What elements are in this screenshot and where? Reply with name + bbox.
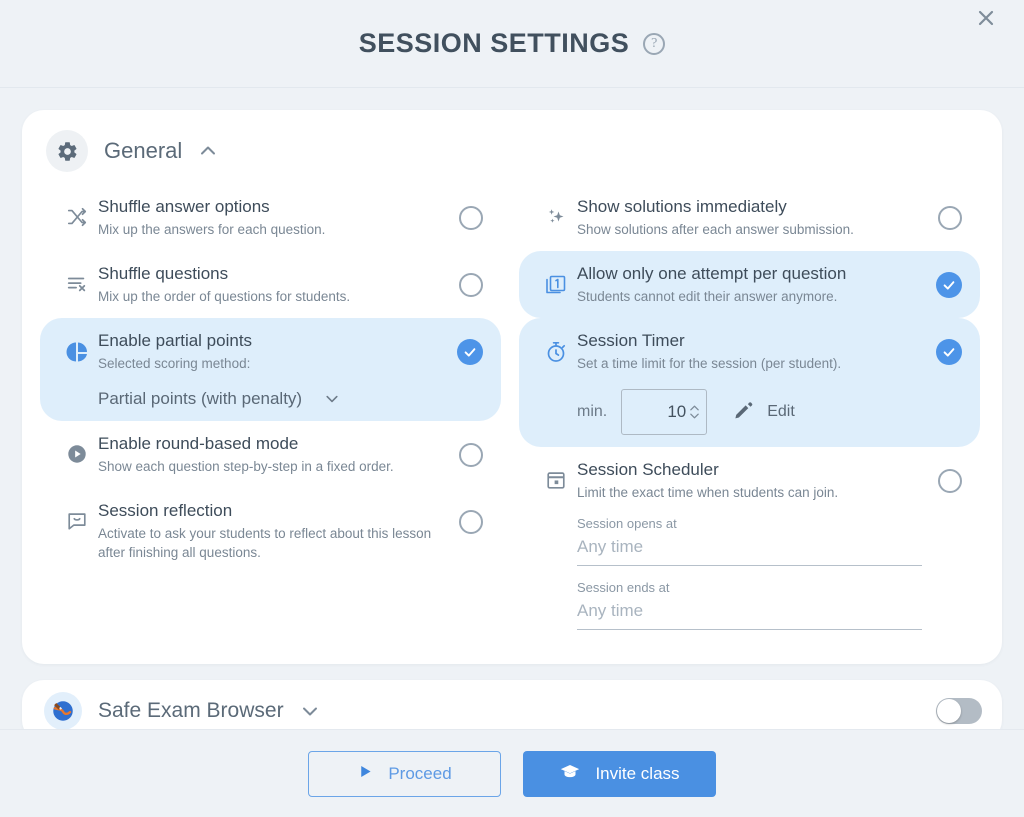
setting-title: Enable round-based mode (98, 434, 299, 453)
setting-title: Shuffle answer options (98, 197, 270, 216)
safe-exam-browser-toggle[interactable] (936, 698, 982, 724)
setting-title: Allow only one attempt per question (577, 264, 847, 283)
scoring-method-select[interactable]: Partial points (with penalty) (98, 389, 447, 409)
toggle-knob (937, 699, 961, 723)
session-ends-input[interactable]: Any time (577, 597, 922, 630)
safe-exam-browser-section[interactable]: Safe Exam Browser (22, 680, 1002, 729)
settings-column-left: Shuffle answer options Mix up the answer… (40, 184, 501, 642)
shuffle-list-icon (56, 263, 98, 295)
setting-toggle-check[interactable] (936, 272, 962, 298)
proceed-button-label: Proceed (388, 763, 452, 783)
settings-column-right: Show solutions immediately Show solution… (519, 184, 980, 642)
chevron-down-icon (324, 391, 340, 407)
setting-title: Show solutions immediately (577, 197, 787, 216)
session-timer-editor: min. 10 Edit (577, 389, 926, 435)
setting-shuffle-answer-options[interactable]: Shuffle answer options Mix up the answer… (40, 184, 501, 251)
setting-description: Set a time limit for the session (per st… (577, 356, 842, 371)
setting-text: Enable partial points Selected scoring m… (98, 330, 457, 409)
setting-title: Session Scheduler (577, 460, 719, 479)
setting-text: Session Scheduler Limit the exact time w… (577, 459, 938, 630)
invite-class-button[interactable]: Invite class (523, 750, 716, 797)
timer-unit-label: min. (577, 403, 608, 420)
setting-description: Show each question step-by-step in a fix… (98, 459, 394, 474)
setting-title: Session Timer (577, 331, 685, 350)
page-title: Session Settings (358, 28, 630, 58)
setting-enable-partial-points[interactable]: Enable partial points Selected scoring m… (40, 318, 501, 421)
setting-text: Session Timer Set a time limit for the s… (577, 330, 936, 435)
setting-show-solutions-immediately[interactable]: Show solutions immediately Show solution… (519, 184, 980, 251)
setting-title: Session reflection (98, 501, 233, 520)
setting-title: Shuffle questions (98, 264, 229, 283)
general-section-card: General Shuffle answer options Mix up th… (22, 110, 1002, 664)
calendar-icon (535, 459, 577, 491)
setting-toggle-radio[interactable] (459, 273, 483, 297)
general-section-header[interactable]: General (22, 110, 1002, 180)
pencil-icon (733, 399, 755, 426)
session-opens-label: Session opens at (577, 516, 677, 531)
setting-description: Show solutions after each answer submiss… (577, 222, 854, 237)
session-ends-field: Session ends at Any time (577, 580, 928, 630)
close-icon[interactable] (970, 2, 1002, 34)
seb-logo-icon (44, 692, 82, 729)
section-title: General (104, 138, 183, 163)
sparkles-icon (535, 196, 577, 230)
setting-text: Session reflection Activate to ask your … (98, 500, 459, 562)
setting-toggle-radio[interactable] (938, 206, 962, 230)
timer-edit-label: Edit (767, 403, 795, 420)
settings-content: General Shuffle answer options Mix up th… (0, 88, 1024, 729)
setting-text: Shuffle questions Mix up the order of qu… (98, 263, 459, 306)
shuffle-icon (56, 196, 98, 228)
setting-text: Show solutions immediately Show solution… (577, 196, 938, 239)
question-mark-icon[interactable]: ? (643, 32, 666, 55)
setting-session-reflection[interactable]: Session reflection Activate to ask your … (40, 488, 501, 574)
graduation-cap-icon (559, 760, 581, 787)
chevron-up-icon[interactable] (198, 141, 218, 161)
setting-shuffle-questions[interactable]: Shuffle questions Mix up the order of qu… (40, 251, 501, 318)
setting-allow-one-attempt[interactable]: Allow only one attempt per question Stud… (519, 251, 980, 318)
setting-description: Limit the exact time when students can j… (577, 485, 839, 500)
setting-text: Allow only one attempt per question Stud… (577, 263, 936, 306)
proceed-button[interactable]: Proceed (308, 750, 501, 797)
session-ends-label: Session ends at (577, 580, 670, 595)
invite-class-button-label: Invite class (595, 763, 680, 783)
play-circle-icon (56, 433, 98, 465)
setting-toggle-radio[interactable] (459, 206, 483, 230)
scoring-method-value: Partial points (with penalty) (98, 389, 303, 408)
setting-description: Activate to ask your students to reflect… (98, 526, 432, 560)
setting-session-timer[interactable]: Session Timer Set a time limit for the s… (519, 318, 980, 447)
setting-toggle-radio[interactable] (938, 469, 962, 493)
setting-toggle-radio[interactable] (459, 510, 483, 534)
setting-session-scheduler[interactable]: Session Scheduler Limit the exact time w… (519, 447, 980, 642)
setting-title: Enable partial points (98, 331, 253, 350)
stopwatch-icon (535, 330, 577, 364)
pie-chart-icon (56, 330, 98, 364)
stepper-arrows-icon[interactable] (689, 404, 700, 420)
setting-toggle-check[interactable] (457, 339, 483, 365)
play-icon (357, 763, 374, 785)
setting-description: Mix up the order of questions for studen… (98, 289, 351, 304)
dialog-footer: Proceed Invite class (0, 729, 1024, 817)
one-attempt-icon (535, 263, 577, 297)
timer-edit-button[interactable]: Edit (733, 399, 795, 426)
session-opens-field: Session opens at Any time (577, 516, 928, 566)
dialog-header: Session Settings ? (0, 0, 1024, 88)
safe-exam-browser-title: Safe Exam Browser (98, 699, 284, 722)
setting-toggle-check[interactable] (936, 339, 962, 365)
session-opens-input[interactable]: Any time (577, 533, 922, 566)
setting-description: Students cannot edit their answer anymor… (577, 289, 838, 304)
setting-description: Mix up the answers for each question. (98, 222, 326, 237)
setting-description: Selected scoring method: (98, 356, 251, 371)
timer-minutes-stepper[interactable]: 10 (621, 389, 708, 435)
setting-text: Shuffle answer options Mix up the answer… (98, 196, 459, 239)
setting-enable-round-based-mode[interactable]: Enable round-based mode Show each questi… (40, 421, 501, 488)
gear-icon (46, 130, 88, 172)
chevron-down-icon[interactable] (300, 701, 320, 721)
setting-text: Enable round-based mode Show each questi… (98, 433, 459, 476)
setting-toggle-radio[interactable] (459, 443, 483, 467)
settings-grid: Shuffle answer options Mix up the answer… (22, 180, 1002, 664)
speech-bubble-icon (56, 500, 98, 532)
timer-minutes-value: 10 (667, 402, 687, 421)
